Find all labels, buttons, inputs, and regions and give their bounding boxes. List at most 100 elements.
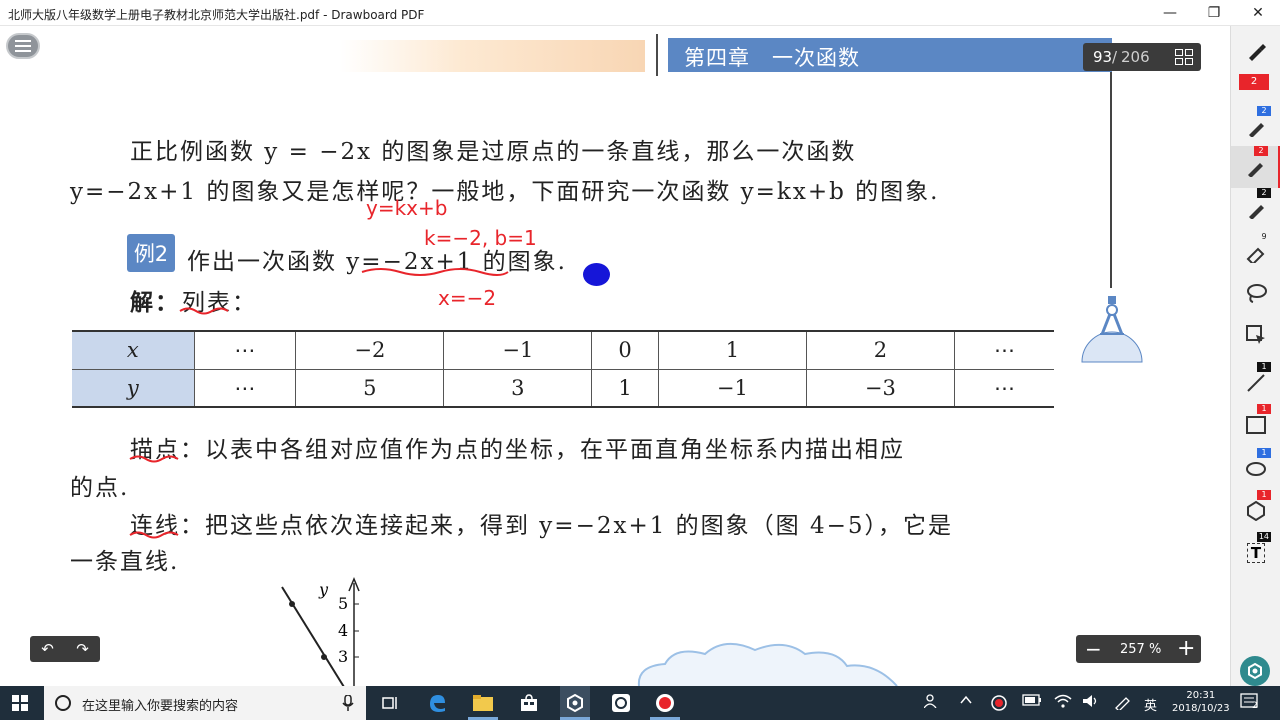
- example-badge: 例2: [127, 234, 175, 272]
- highlighter-tool[interactable]: 9: [1231, 232, 1280, 274]
- value-table: x ⋯ −2 −1 0 1 2 ⋯ y ⋯ 5 3 1 −1 −3 ⋯: [72, 330, 1054, 408]
- clock-date: 2018/10/23: [1172, 703, 1230, 714]
- connect-text: ：把这些点依次连接起来，得到 y=−2x+1 的图象（图 4−5），它是: [180, 513, 954, 539]
- text-tool[interactable]: 14 T: [1231, 532, 1280, 574]
- battery-icon[interactable]: [1022, 694, 1042, 709]
- record-tray-icon[interactable]: [990, 694, 1008, 715]
- undo-button[interactable]: ↶: [30, 636, 65, 662]
- stroke-size-badge: 9: [1261, 232, 1267, 241]
- drawboard-taskbar-button[interactable]: [560, 686, 590, 720]
- plot-text: ：以表中各组对应值作为点的坐标，在平面直角坐标系内描出相应: [180, 437, 905, 463]
- close-button[interactable]: ✕: [1236, 0, 1280, 26]
- graph-tick: 5: [338, 594, 349, 613]
- page-counter[interactable]: 93 / 206: [1083, 43, 1201, 71]
- margin-rule: [1110, 72, 1112, 288]
- volume-icon[interactable]: [1082, 694, 1100, 711]
- chapter-title: 第四章 一次函数: [684, 46, 860, 70]
- pen-tool-black[interactable]: 2: [1231, 188, 1280, 230]
- windows-start-icon[interactable]: [12, 695, 28, 711]
- ink-underline-connect[interactable]: [128, 530, 186, 540]
- taskbar-search-box[interactable]: 在这里输入你要搜索的内容: [44, 686, 366, 720]
- zoom-level: 257 %: [1120, 642, 1162, 657]
- rectangle-icon: [1246, 416, 1266, 434]
- file-explorer-icon[interactable]: [472, 692, 494, 714]
- people-icon[interactable]: [923, 694, 940, 711]
- window-title: 北师大版八年级数学上册电子教材北京师范大学出版社.pdf - Drawboard…: [8, 8, 425, 22]
- thumbnail-grid-icon[interactable]: [1175, 49, 1193, 65]
- task-view-icon[interactable]: [380, 692, 402, 714]
- table-cell: −2: [295, 330, 444, 370]
- ink-annotation-1[interactable]: y=kx+b: [366, 196, 447, 220]
- intro-line-1: 正比例函数 y = −2x 的图象是过原点的一条直线，那么一次函数: [130, 139, 857, 165]
- chapter-header: 第四章 一次函数: [668, 38, 1112, 72]
- table-cell: ⋯: [193, 330, 296, 370]
- settings-button[interactable]: [1240, 656, 1270, 686]
- lasso-tool[interactable]: [1231, 272, 1280, 314]
- stroke-size-badge: 1: [1257, 448, 1271, 458]
- intro-line-2: y=−2x+1 的图象又是怎样呢？一般地，下面研究一次函数 y=kx+b 的图象…: [70, 179, 940, 205]
- fountain-pen-icon: [1249, 44, 1266, 61]
- table-cell: ⋯: [953, 369, 1054, 408]
- table-cell: ⋯: [193, 369, 296, 408]
- hamburger-menu-button[interactable]: [6, 33, 40, 59]
- ellipse-icon: [1246, 462, 1266, 476]
- select-tool[interactable]: [1231, 314, 1280, 356]
- line-tool[interactable]: 1: [1231, 362, 1280, 404]
- page-header-decoration: [340, 40, 645, 72]
- zoom-out-button[interactable]: −: [1085, 637, 1102, 661]
- screen-recorder-icon[interactable]: [654, 692, 676, 714]
- text-tool-icon: T: [1246, 543, 1266, 563]
- polygon-tool[interactable]: 1: [1231, 490, 1280, 532]
- highlighter-icon: [1246, 247, 1265, 263]
- pen-tool-blue[interactable]: 2: [1231, 106, 1280, 148]
- table-cell: 0: [591, 330, 659, 370]
- taskbar-clock[interactable]: 20:31 2018/10/23: [1172, 689, 1230, 715]
- stroke-size-badge: 1: [1257, 404, 1271, 414]
- cortana-icon: [55, 695, 71, 711]
- pen-workspace-icon[interactable]: [1114, 694, 1132, 713]
- ellipse-tool[interactable]: 1: [1231, 448, 1280, 490]
- maximize-button[interactable]: ❐: [1192, 0, 1236, 26]
- table-cell: 5: [295, 369, 444, 408]
- line-icon: [1247, 374, 1265, 392]
- table-cell: 3: [443, 369, 592, 408]
- zoom-in-button[interactable]: +: [1177, 636, 1195, 661]
- stroke-size-badge: 2: [1254, 146, 1268, 156]
- app-icon-white[interactable]: [610, 692, 632, 714]
- ink-underline-wave[interactable]: [360, 266, 510, 278]
- edge-browser-icon[interactable]: [426, 692, 448, 714]
- graph-tick: 4: [338, 621, 349, 640]
- pen-tool-main[interactable]: [1231, 30, 1280, 72]
- lasso-icon: [1247, 284, 1267, 303]
- stroke-size-badge: 1: [1257, 362, 1271, 372]
- input-method-indicator[interactable]: 英: [1144, 695, 1157, 714]
- ink-underline-plot[interactable]: [128, 454, 186, 464]
- ink-blue-dot[interactable]: [583, 263, 610, 286]
- stroke-size-badge: 2: [1257, 106, 1271, 116]
- plot-text-2: 的点.: [70, 475, 130, 501]
- row-header-x: x: [72, 330, 194, 370]
- wifi-icon[interactable]: [1054, 694, 1072, 711]
- graph-axis-label: y: [319, 580, 329, 599]
- drawboard-icon: [567, 693, 583, 713]
- store-icon[interactable]: [518, 692, 540, 714]
- rectangle-tool[interactable]: 1: [1231, 404, 1280, 446]
- compass-icon: [1081, 296, 1143, 363]
- table-cell: −1: [443, 330, 592, 370]
- action-center-icon[interactable]: 2: [1240, 693, 1260, 714]
- row-header-y: y: [72, 369, 194, 408]
- current-page: 93: [1093, 48, 1113, 66]
- ink-annotation-3[interactable]: x=−2: [438, 286, 496, 310]
- page-separator: /: [1112, 48, 1118, 66]
- pen-icon: [1247, 163, 1263, 177]
- pen-tool-red[interactable]: 2: [1231, 146, 1280, 188]
- minimize-button[interactable]: —: [1148, 0, 1192, 26]
- ink-underline-list[interactable]: [178, 306, 234, 316]
- tray-expand-icon[interactable]: [960, 694, 972, 708]
- table-cell: −1: [657, 369, 807, 408]
- font-size-badge: 14: [1256, 532, 1271, 542]
- total-pages: 206: [1121, 48, 1150, 66]
- redo-button[interactable]: ↷: [65, 636, 100, 662]
- tool-sidebar: 2 2 2 9 1 1 1 1 14 T: [1230, 26, 1280, 686]
- graph-tick: 3: [338, 647, 349, 666]
